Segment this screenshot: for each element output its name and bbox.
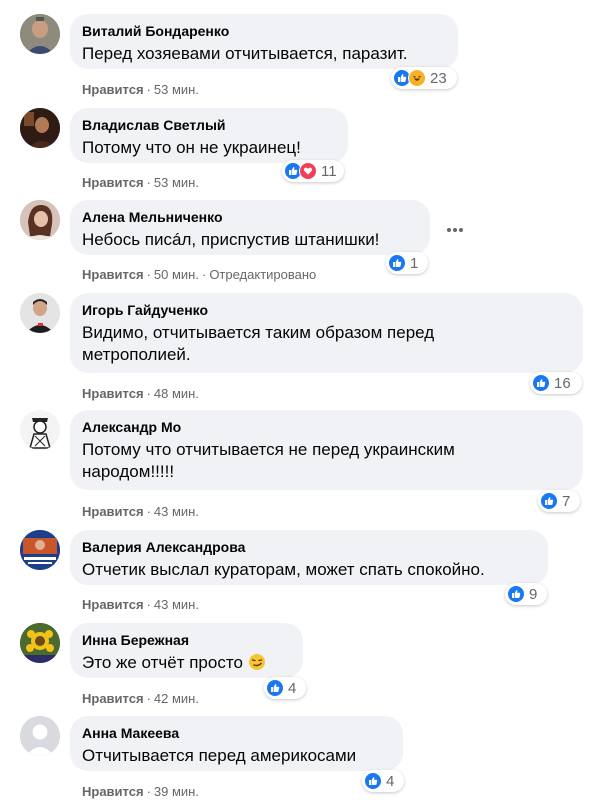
smirk-emoji [248, 653, 266, 677]
comment-bubble: Алена Мельниченко Небось писáл, приспуст… [70, 200, 430, 255]
avatar[interactable] [20, 410, 60, 450]
comment-author[interactable]: Анна Макеева [82, 724, 391, 742]
comment-author[interactable]: Инна Бережная [82, 631, 291, 649]
comment-meta: Нравится · 43 мин. [82, 597, 199, 613]
reaction-summary[interactable]: 16 [530, 372, 582, 394]
like-link[interactable]: Нравится [82, 82, 144, 97]
comment-time[interactable]: 39 мин. [154, 784, 199, 799]
avatar[interactable] [20, 623, 60, 663]
like-link[interactable]: Нравится [82, 597, 144, 612]
like-link[interactable]: Нравится [82, 175, 144, 190]
comment-meta: Нравится · 48 мин. [82, 386, 199, 402]
comment-time[interactable]: 43 мин. [154, 597, 199, 612]
thumbs-up-icon [532, 374, 550, 392]
reaction-summary[interactable]: 23 [391, 67, 457, 89]
comment-bubble: Инна Бережная Это же отчёт просто [70, 623, 303, 678]
reaction-count: 9 [529, 585, 538, 603]
comment-text: Отчетик выслал кураторам, может спать сп… [82, 560, 485, 579]
heart-icon [299, 162, 317, 180]
comment-bubble: Александр Мо Потому что отчитывается не … [70, 410, 583, 490]
comment-meta: Нравится · 53 мин. [82, 82, 199, 98]
comment-bubble: Анна Макеева Отчитывается перед америкос… [70, 716, 403, 771]
reaction-summary[interactable]: 9 [505, 583, 547, 605]
comment-author[interactable]: Алена Мельниченко [82, 208, 418, 226]
comment-author[interactable]: Владислав Светлый [82, 116, 336, 134]
comment-text: Небось писáл, приспустив штанишки! [82, 230, 380, 249]
separator-dot: · [146, 597, 151, 612]
comment-text: Потому что отчитывается не перед украинс… [82, 440, 455, 481]
reaction-count: 16 [554, 374, 571, 392]
comment-meta: Нравится · 50 мин. · Отредактировано [82, 267, 316, 283]
like-link[interactable]: Нравится [82, 386, 144, 401]
comment-text: Потому что он не украинец! [82, 138, 301, 157]
comment-time[interactable]: 53 мин. [154, 175, 199, 190]
reaction-summary[interactable]: 1 [386, 252, 428, 274]
comment-time[interactable]: 48 мин. [154, 386, 199, 401]
thumbs-up-icon [540, 492, 558, 510]
comment-text: Видимо, отчитывается таким образом перед… [82, 323, 435, 364]
reaction-summary[interactable]: 4 [264, 677, 306, 699]
comment-author[interactable]: Александр Мо [82, 418, 571, 436]
separator-dot: · [201, 267, 207, 282]
comment-time[interactable]: 53 мин. [154, 82, 199, 97]
haha-icon [408, 69, 426, 87]
reaction-summary[interactable]: 7 [538, 490, 580, 512]
comment-bubble: Игорь Гайдученко Видимо, отчитывается та… [70, 293, 583, 373]
comment-bubble: Валерия Александрова Отчетик выслал кура… [70, 530, 548, 585]
reaction-summary[interactable]: 11 [282, 160, 344, 182]
reaction-count: 11 [321, 162, 337, 180]
comment-author[interactable]: Валерия Александрова [82, 538, 536, 556]
separator-dot: · [146, 82, 151, 97]
edited-label[interactable]: Отредактировано [209, 267, 316, 282]
comment-meta: Нравится · 42 мин. [82, 691, 199, 707]
thumbs-up-icon [388, 254, 406, 272]
comment-text: Это же отчёт просто [82, 652, 291, 677]
comment-time[interactable]: 50 мин. [154, 267, 199, 282]
reaction-count: 23 [430, 69, 447, 87]
thumbs-up-icon [364, 772, 382, 790]
like-link[interactable]: Нравится [82, 691, 144, 706]
comment-time[interactable]: 43 мин. [154, 504, 199, 519]
separator-dot: · [146, 175, 151, 190]
reaction-count: 4 [386, 772, 395, 790]
like-link[interactable]: Нравится [82, 504, 144, 519]
reaction-summary[interactable]: 4 [362, 770, 404, 792]
avatar-placeholder-icon[interactable] [20, 716, 60, 756]
avatar[interactable] [20, 200, 60, 240]
comment-bubble: Владислав Светлый Потому что он не украи… [70, 108, 348, 163]
reaction-count: 1 [410, 254, 419, 272]
separator-dot: · [146, 386, 151, 401]
reaction-count: 4 [288, 679, 297, 697]
comment-text-content: Это же отчёт просто [82, 653, 243, 672]
comment-author[interactable]: Игорь Гайдученко [82, 301, 571, 319]
avatar[interactable] [20, 293, 60, 333]
thumbs-up-icon [266, 679, 284, 697]
comment-text: Отчитывается перед америкосами [82, 746, 357, 765]
comment-meta: Нравится · 43 мин. [82, 504, 199, 520]
more-options-button[interactable] [440, 215, 470, 245]
separator-dot: · [146, 504, 151, 519]
comment-time[interactable]: 42 мин. [154, 691, 199, 706]
avatar[interactable] [20, 530, 60, 570]
like-link[interactable]: Нравится [82, 784, 144, 799]
avatar[interactable] [20, 108, 60, 148]
more-dots-icon [447, 228, 463, 232]
separator-dot: · [146, 784, 151, 799]
like-link[interactable]: Нравится [82, 267, 144, 282]
comment-meta: Нравится · 53 мин. [82, 175, 199, 191]
comment-author[interactable]: Виталий Бондаренко [82, 22, 446, 40]
separator-dot: · [146, 691, 151, 706]
separator-dot: · [146, 267, 151, 282]
comment-text: Перед хозяевами отчитывается, паразит. [82, 44, 408, 63]
comment-bubble: Виталий Бондаренко Перед хозяевами отчит… [70, 14, 458, 69]
reaction-count: 7 [562, 492, 571, 510]
avatar[interactable] [20, 14, 60, 54]
thumbs-up-icon [507, 585, 525, 603]
comment-meta: Нравится · 39 мин. [82, 784, 199, 800]
